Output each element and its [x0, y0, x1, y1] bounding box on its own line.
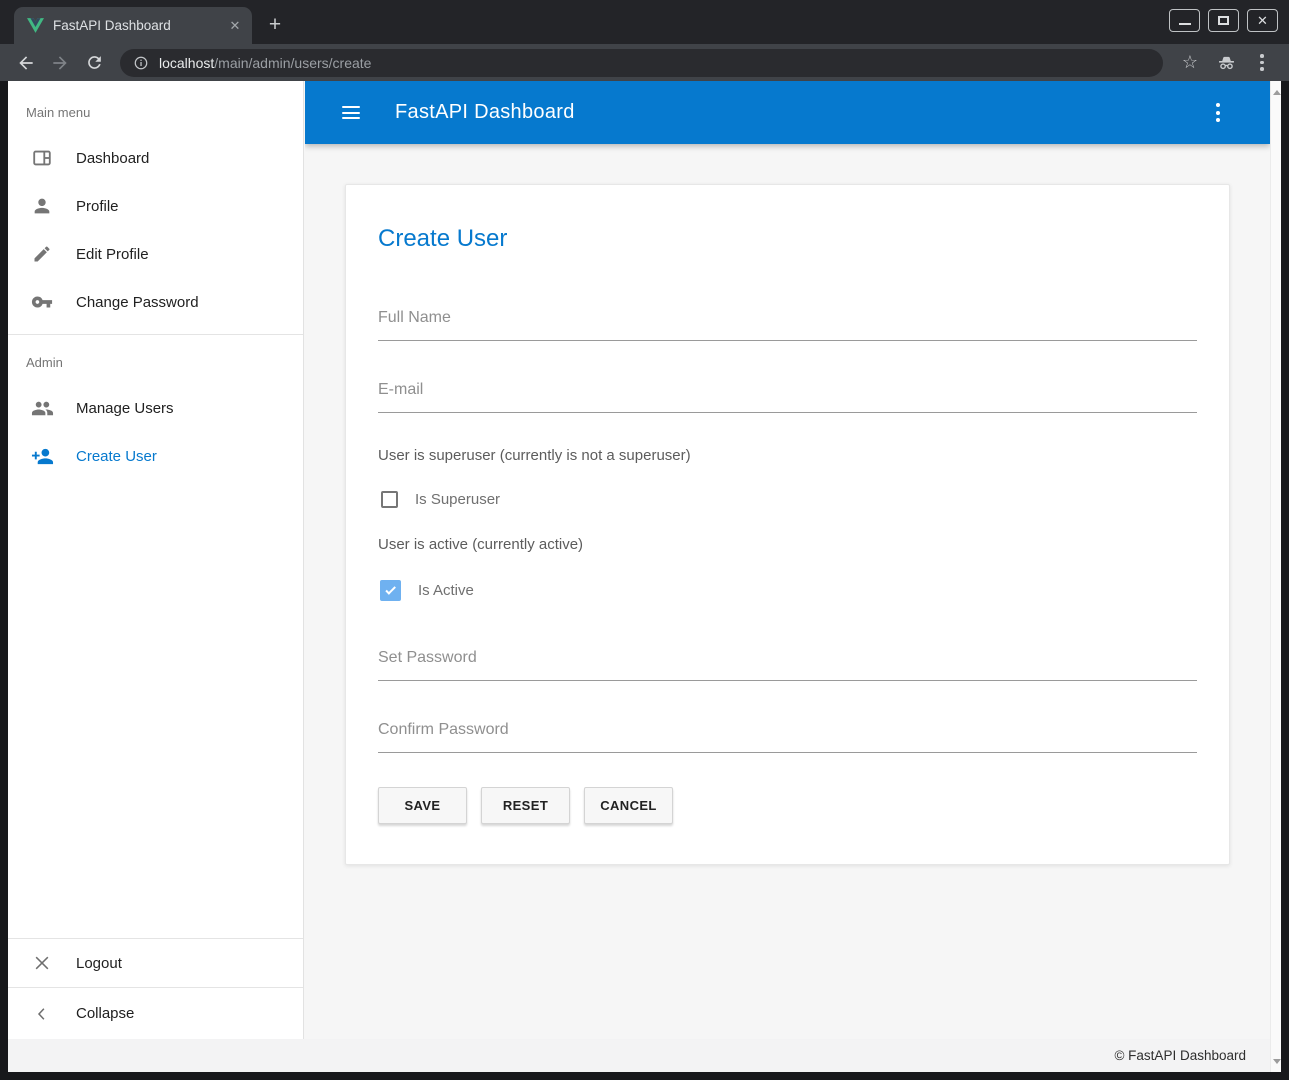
is-active-checkbox-row[interactable]: Is Active [381, 580, 1197, 601]
page-body: Create User User is superuser (currently… [305, 144, 1270, 865]
kebab-menu-icon [1216, 103, 1220, 107]
person-add-icon [30, 444, 54, 468]
close-button[interactable]: ✕ [1247, 9, 1278, 32]
app-bar: FastAPI Dashboard [305, 81, 1270, 144]
copyright-text: © FastAPI Dashboard [1114, 1048, 1246, 1063]
menu-dots-icon [1260, 54, 1264, 71]
close-icon: ✕ [1257, 14, 1268, 27]
incognito-icon [1211, 49, 1241, 77]
sidebar-item-manage-users[interactable]: Manage Users [8, 384, 303, 432]
url-path: /main/admin/users/create [214, 55, 371, 71]
sidebar-item-collapse[interactable]: Collapse [8, 988, 303, 1039]
minimize-icon [1179, 23, 1191, 25]
new-tab-button[interactable]: + [261, 11, 289, 39]
sidebar-item-label: Create User [76, 448, 157, 465]
tab-close-icon[interactable]: ✕ [226, 17, 244, 35]
sidebar-item-dashboard[interactable]: Dashboard [8, 134, 303, 182]
checkbox-label: Is Active [418, 582, 474, 599]
bookmark-star-button[interactable]: ☆ [1175, 49, 1205, 77]
minimize-button[interactable] [1169, 9, 1200, 32]
superuser-hint: User is superuser (currently is not a su… [378, 447, 1197, 464]
sidebar-item-edit-profile[interactable]: Edit Profile [8, 230, 303, 278]
maximize-icon [1218, 16, 1229, 25]
sidebar-item-label: Edit Profile [76, 246, 149, 263]
sidebar-item-label: Collapse [76, 1005, 134, 1022]
maximize-button[interactable] [1208, 9, 1239, 32]
app-title: FastAPI Dashboard [395, 101, 575, 124]
people-icon [30, 396, 54, 420]
sidebar-item-label: Manage Users [76, 400, 174, 417]
sidebar-item-label: Profile [76, 198, 119, 215]
triangle-down-icon [1273, 1059, 1281, 1064]
pencil-icon [30, 242, 54, 266]
sidebar-section-admin: Admin [8, 335, 303, 384]
email-input[interactable] [378, 375, 1197, 413]
sidebar-item-label: Change Password [76, 294, 199, 311]
sidebar-item-label: Logout [76, 955, 122, 972]
reload-button[interactable] [80, 49, 108, 77]
back-arrow-icon [16, 53, 36, 73]
dashboard-icon [30, 146, 54, 170]
cancel-button[interactable]: CANCEL [584, 787, 673, 824]
is-superuser-checkbox-row[interactable]: Is Superuser [381, 491, 1197, 508]
back-button[interactable] [12, 49, 40, 77]
save-button[interactable]: SAVE [378, 787, 467, 824]
logout-x-icon [30, 951, 54, 975]
confirm-password-field-wrap [378, 715, 1197, 753]
active-hint: User is active (currently active) [378, 536, 1197, 553]
reset-button[interactable]: RESET [481, 787, 570, 824]
scrollbar[interactable] [1270, 81, 1281, 1072]
person-icon [30, 194, 54, 218]
set-password-field-wrap [378, 643, 1197, 681]
app-footer: © FastAPI Dashboard [8, 1039, 1270, 1072]
address-bar[interactable]: localhost/main/admin/users/create [120, 49, 1163, 77]
main-area: FastAPI Dashboard Create User User is su… [305, 81, 1270, 1039]
form-buttons: SAVE RESET CANCEL [378, 787, 1197, 824]
triangle-up-icon [1273, 90, 1281, 95]
sidebar-item-profile[interactable]: Profile [8, 182, 303, 230]
info-icon [133, 55, 149, 71]
create-user-card: Create User User is superuser (currently… [345, 184, 1230, 865]
chevron-left-icon [30, 1002, 54, 1026]
scroll-down-arrow[interactable] [1272, 1056, 1281, 1066]
sidebar: Main menu Dashboard Profile Edit Profile… [8, 81, 304, 1039]
tab-title: FastAPI Dashboard [53, 18, 217, 33]
checkbox-unchecked-icon[interactable] [381, 491, 398, 508]
hamburger-menu-button[interactable] [327, 89, 375, 137]
url-text: localhost/main/admin/users/create [159, 55, 371, 71]
key-icon [30, 290, 54, 314]
vue-logo-icon [27, 18, 44, 33]
page-content: Main menu Dashboard Profile Edit Profile… [8, 81, 1281, 1072]
browser-toolbar: localhost/main/admin/users/create ☆ [0, 44, 1289, 81]
page-title: Create User [378, 225, 1197, 253]
confirm-password-input[interactable] [378, 715, 1197, 753]
sidebar-item-create-user[interactable]: Create User [8, 432, 303, 480]
full-name-input[interactable] [378, 303, 1197, 341]
appbar-menu-button[interactable] [1206, 97, 1230, 128]
sidebar-item-logout[interactable]: Logout [8, 939, 303, 987]
sidebar-item-change-password[interactable]: Change Password [8, 278, 303, 326]
window-controls: ✕ [1169, 9, 1278, 32]
hamburger-icon [342, 106, 360, 108]
sidebar-spacer [8, 480, 303, 938]
browser-menu-button[interactable] [1247, 49, 1277, 77]
checkmark-icon [385, 584, 396, 595]
forward-button[interactable] [46, 49, 74, 77]
checkbox-label: Is Superuser [415, 491, 500, 508]
forward-arrow-icon [50, 53, 70, 73]
reload-icon [85, 53, 104, 72]
url-host: localhost [159, 55, 214, 71]
set-password-input[interactable] [378, 643, 1197, 681]
browser-tab[interactable]: FastAPI Dashboard ✕ [14, 7, 252, 44]
scroll-up-arrow[interactable] [1272, 87, 1281, 97]
sidebar-section-main-menu: Main menu [8, 81, 303, 134]
checkbox-checked-icon[interactable] [380, 580, 401, 601]
sidebar-item-label: Dashboard [76, 150, 149, 167]
browser-titlebar: FastAPI Dashboard ✕ + ✕ [0, 0, 1289, 44]
full-name-field-wrap [378, 303, 1197, 341]
email-field-wrap [378, 375, 1197, 413]
